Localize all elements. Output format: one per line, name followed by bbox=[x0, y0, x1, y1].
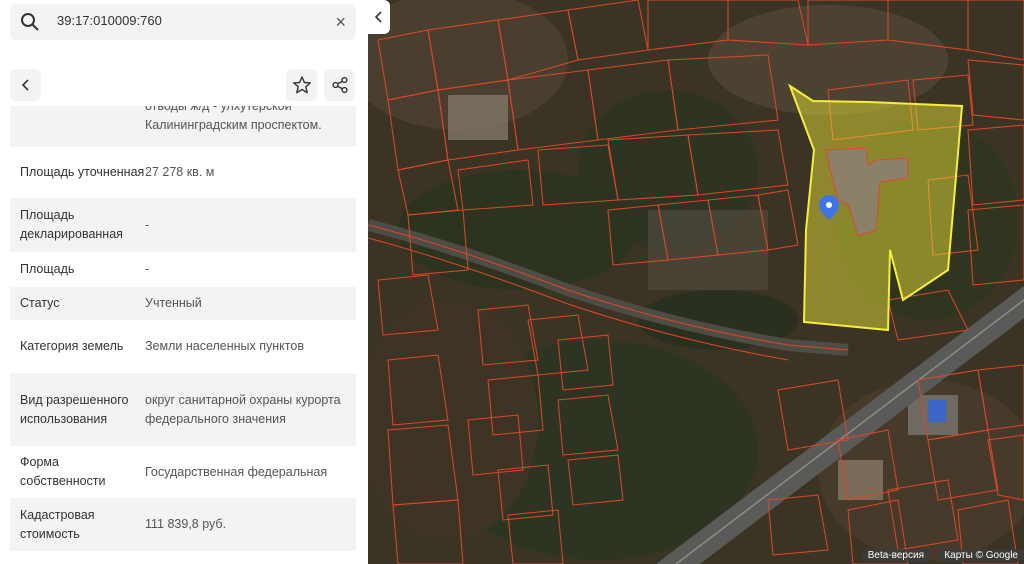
collapse-panel-button[interactable] bbox=[368, 0, 390, 34]
table-row: Площадь - bbox=[10, 252, 356, 287]
table-row: Кадастровая стоимость 111 839,8 руб. bbox=[10, 498, 356, 551]
row-value: Учтенный bbox=[145, 296, 202, 310]
row-value: округ санитарной охраны курорта федераль… bbox=[145, 392, 341, 426]
table-row: Статус Учтенный bbox=[10, 287, 356, 320]
table-row: Площадь декларированная - bbox=[10, 198, 356, 252]
table-row: Категория земель Земли населенных пункто… bbox=[10, 320, 356, 373]
share-button[interactable] bbox=[324, 69, 355, 101]
map-attribution: Карты © Google bbox=[938, 549, 1024, 562]
search-icon bbox=[21, 13, 39, 31]
row-label: Форма собственности bbox=[20, 455, 106, 488]
row-value: - bbox=[145, 262, 150, 276]
chevron-left-icon bbox=[374, 11, 382, 23]
table-row: Форма собственности Государственная феде… bbox=[10, 446, 356, 498]
map-view[interactable]: Beta-версия Карты © Google bbox=[368, 0, 1024, 564]
info-panel: 39:17:010009:760 × отводы ж/д - улхутерс… bbox=[0, 0, 368, 564]
row-value: 27 278 кв. м bbox=[145, 165, 215, 179]
table-row: отводы ж/д - улхутерской Калининградским… bbox=[10, 106, 356, 147]
row-label: Площадь декларированная bbox=[20, 208, 123, 241]
cut-value-line1: отводы ж/д - улхутерской bbox=[145, 106, 292, 113]
share-icon bbox=[331, 76, 348, 94]
table-row: Вид разрешенного использования округ сан… bbox=[10, 373, 356, 446]
chevron-left-icon bbox=[21, 79, 29, 91]
row-value: 111 839,8 руб. bbox=[145, 517, 227, 531]
beta-label: Beta-версия bbox=[861, 549, 930, 562]
row-value: - bbox=[145, 217, 150, 232]
row-label: Площадь bbox=[20, 262, 75, 276]
row-label: Кадастровая стоимость bbox=[20, 507, 95, 541]
back-button[interactable] bbox=[10, 69, 41, 101]
star-icon bbox=[292, 76, 311, 94]
row-value: Земли населенных пунктов bbox=[145, 339, 304, 353]
search-input[interactable]: 39:17:010009:760 bbox=[57, 13, 162, 28]
row-label: Вид разрешенного использования bbox=[20, 392, 129, 426]
clear-search-button[interactable]: × bbox=[335, 12, 346, 32]
row-value: Государственная федеральная bbox=[145, 464, 328, 479]
search-bar[interactable]: 39:17:010009:760 × bbox=[10, 4, 356, 40]
satellite-map[interactable] bbox=[368, 0, 1024, 564]
favorite-button[interactable] bbox=[286, 69, 317, 101]
cut-value-line2: Калининградским проспектом. bbox=[145, 118, 322, 132]
table-row: Площадь уточненная 27 278 кв. м bbox=[10, 147, 356, 198]
row-label: Площадь уточненная bbox=[20, 165, 145, 179]
details-table: отводы ж/д - улхутерской Калининградским… bbox=[10, 106, 356, 554]
row-label: Категория земель bbox=[20, 339, 124, 353]
row-label: Статус bbox=[20, 296, 60, 310]
